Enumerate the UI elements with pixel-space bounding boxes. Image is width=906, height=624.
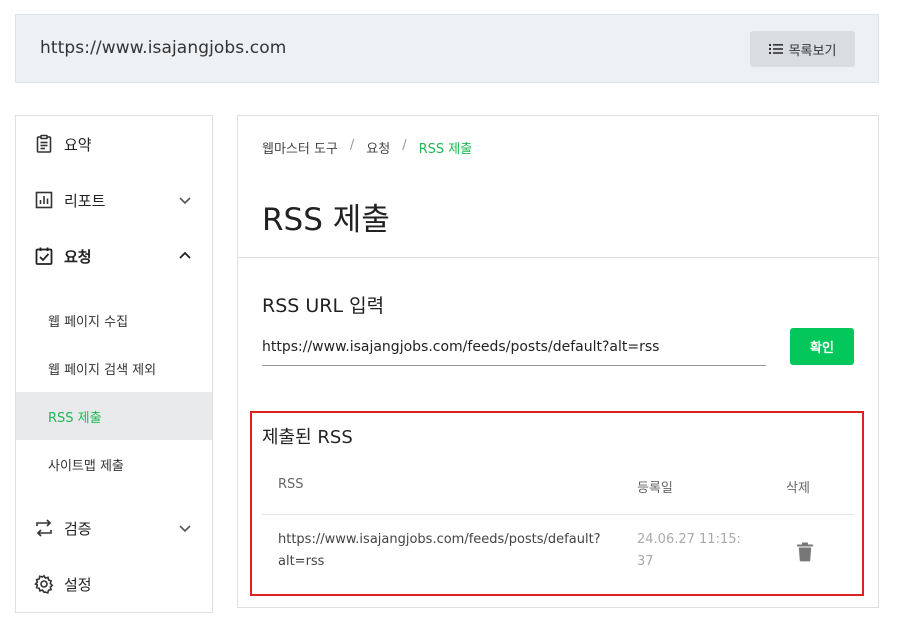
sidebar-item-label: 요약 — [64, 135, 92, 154]
breadcrumb-current: RSS 제출 — [418, 142, 473, 157]
sidebar-item-label: 설정 — [64, 575, 92, 594]
sidebar-item-label: 웹 페이지 검색 제외 — [48, 362, 157, 378]
chevron-down-icon — [178, 521, 192, 535]
chevron-up-icon — [178, 249, 192, 263]
sidebar-item-page-crawl[interactable]: 웹 페이지 수집 — [16, 296, 212, 344]
list-view-label: 목록보기 — [788, 43, 837, 59]
chevron-down-icon — [178, 193, 192, 207]
breadcrumb-separator: / — [402, 138, 407, 153]
table-divider — [262, 514, 854, 515]
breadcrumb-separator: / — [349, 138, 355, 153]
document-icon — [34, 134, 54, 154]
sidebar-nav: 요약 리포트 요청 웹 페이지 수집 웹 페이지 검색 제외 RSS 제출 사이… — [15, 115, 213, 613]
sidebar-item-summary[interactable]: 요약 — [16, 116, 212, 172]
list-view-button[interactable]: 목록보기 — [750, 31, 855, 67]
sidebar-item-label: 요청 — [64, 247, 92, 266]
submitted-rss-title: 제출된 RSS — [262, 427, 353, 448]
swap-arrows-icon — [34, 518, 54, 538]
breadcrumb-item[interactable]: 웹마스터 도구 — [262, 138, 338, 157]
column-header-delete: 삭제 — [786, 481, 810, 496]
sidebar-item-label: 웹 페이지 수집 — [48, 314, 129, 330]
sidebar-item-report[interactable]: 리포트 — [16, 172, 212, 228]
site-header: https://www.isajangjobs.com 목록보기 — [15, 14, 879, 83]
column-header-date: 등록일 — [637, 481, 673, 496]
trash-icon[interactable] — [796, 542, 814, 562]
sidebar-item-label: 검증 — [64, 519, 92, 538]
sidebar-item-sitemap-submit[interactable]: 사이트맵 제출 — [16, 440, 212, 488]
list-icon — [768, 42, 783, 56]
sidebar-item-label: 사이트맵 제출 — [48, 458, 124, 474]
divider — [238, 257, 878, 258]
breadcrumb: 웹마스터 도구 / 요청 / RSS 제출 — [262, 138, 472, 157]
bar-chart-icon — [34, 190, 54, 210]
sidebar-item-request[interactable]: 요청 — [16, 228, 212, 284]
sidebar-item-label: 리포트 — [64, 191, 106, 210]
page-title: RSS 제출 — [262, 202, 390, 238]
submitted-rss-section: 제출된 RSS RSS 등록일 삭제 https://www.isajangjo… — [250, 411, 864, 596]
sidebar-item-settings[interactable]: 설정 — [16, 556, 212, 612]
breadcrumb-item[interactable]: 요청 — [366, 138, 390, 157]
confirm-button[interactable]: 확인 — [790, 328, 854, 365]
gear-icon — [34, 574, 54, 594]
rss-url-input[interactable] — [262, 329, 766, 366]
sidebar-item-verify[interactable]: 검증 — [16, 500, 212, 556]
clipboard-check-icon — [34, 246, 54, 266]
rss-url-cell: https://www.isajangjobs.com/feeds/posts/… — [278, 532, 601, 569]
sidebar-item-search-exclude[interactable]: 웹 페이지 검색 제외 — [16, 344, 212, 392]
sidebar-item-rss-submit[interactable]: RSS 제출 — [16, 392, 212, 440]
rss-url-label: RSS URL 입력 — [262, 295, 385, 317]
sidebar-item-label: RSS 제출 — [48, 410, 102, 426]
column-header-rss: RSS — [278, 477, 304, 492]
site-url: https://www.isajangjobs.com — [40, 38, 287, 58]
registered-date-cell: 24.06.27 11:15:37 — [637, 532, 741, 569]
